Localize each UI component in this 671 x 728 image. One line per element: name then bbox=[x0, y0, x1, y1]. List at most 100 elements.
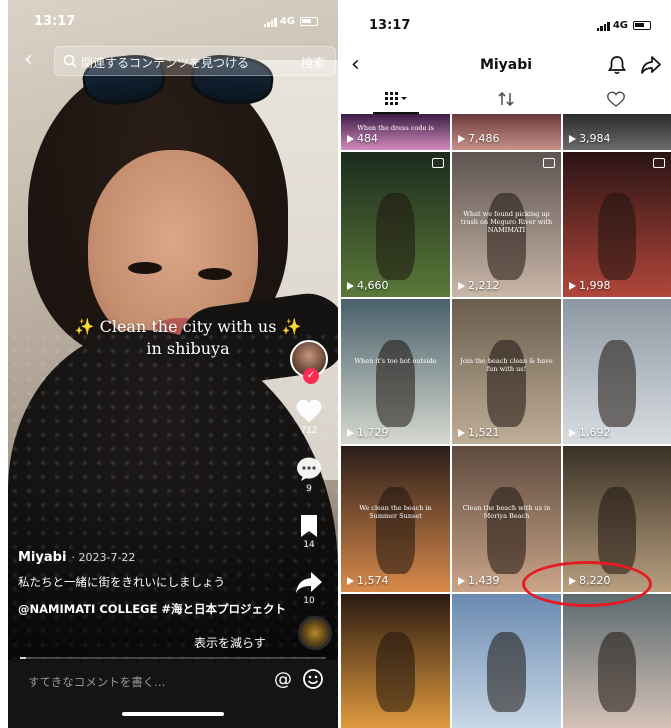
signal-icon bbox=[596, 21, 610, 31]
bell-icon[interactable] bbox=[607, 55, 627, 75]
thumbnail-caption: We clean the beach in Summer Sunset bbox=[359, 504, 432, 521]
thumbnail-figure bbox=[375, 486, 416, 575]
follow-check-icon[interactable]: ✓ bbox=[303, 368, 319, 384]
thumbnail-figure bbox=[486, 486, 527, 575]
video-thumbnail[interactable]: When the dress code is 484 bbox=[341, 114, 450, 150]
thumbnail-figure bbox=[375, 192, 416, 280]
share-arrow-icon bbox=[296, 572, 322, 593]
view-count-value: 1,998 bbox=[579, 279, 611, 292]
comment-input[interactable]: すてきなコメントを書く... bbox=[28, 674, 165, 690]
video-thumbnail[interactable] bbox=[341, 594, 450, 728]
play-icon bbox=[569, 134, 576, 143]
view-count-value: 1,729 bbox=[357, 426, 389, 439]
view-count: 1,729 bbox=[347, 426, 389, 439]
network-label: 4G bbox=[612, 20, 628, 31]
comment-icon bbox=[297, 457, 321, 481]
back-arrow-icon[interactable]: ‹ bbox=[24, 49, 44, 72]
share-icon[interactable] bbox=[641, 55, 661, 75]
play-icon bbox=[347, 134, 354, 143]
video-thumbnail[interactable]: 7,486 bbox=[452, 114, 561, 150]
video-thumbnail[interactable]: We clean the beach in Summer Sunset 1,574 bbox=[341, 446, 450, 592]
mention-icon[interactable]: @ bbox=[274, 669, 292, 690]
status-time: 13:17 bbox=[369, 18, 411, 33]
highlight-annotation-oval bbox=[522, 561, 652, 607]
play-icon bbox=[569, 281, 576, 290]
save-button[interactable]: 14 bbox=[286, 514, 332, 550]
thumbnail-caption: What we found picking up trash on Meguro… bbox=[460, 210, 553, 234]
thumbnail-figure bbox=[375, 631, 416, 712]
view-count: 2,212 bbox=[458, 279, 500, 292]
profile-header: ‹ Miyabi bbox=[341, 50, 671, 82]
photo-mode-icon bbox=[653, 158, 665, 168]
view-count-value: 484 bbox=[357, 132, 378, 145]
creator-avatar[interactable]: ✓ bbox=[290, 340, 328, 384]
tab-liked[interactable] bbox=[561, 86, 671, 114]
show-less-link[interactable]: 表示を減らす bbox=[194, 634, 266, 651]
video-thumbnail[interactable]: 4,660 bbox=[341, 152, 450, 297]
emoji-icon[interactable] bbox=[302, 668, 324, 690]
photo-mode-icon bbox=[543, 158, 555, 168]
view-count: 3,984 bbox=[569, 132, 611, 145]
search-input[interactable]: 関連するコンテンツを見つける 検索 bbox=[54, 46, 336, 76]
thumbnail-caption: When it's too hot outside bbox=[354, 357, 437, 365]
view-count: 484 bbox=[347, 132, 378, 145]
battery-icon bbox=[300, 17, 318, 26]
search-button[interactable]: 検索 bbox=[301, 54, 325, 71]
tab-reposts[interactable] bbox=[451, 86, 561, 114]
thumbnail-caption: When the dress code is bbox=[357, 124, 434, 132]
share-button[interactable]: 10 bbox=[286, 570, 332, 606]
view-count-value: 7,486 bbox=[468, 132, 500, 145]
like-button[interactable]: 712 bbox=[286, 398, 332, 436]
video-thumbnail[interactable]: When it's too hot outside 1,729 bbox=[341, 299, 450, 444]
author-username[interactable]: Miyabi bbox=[18, 550, 66, 565]
view-count: 1,998 bbox=[569, 279, 611, 292]
view-count: 1,521 bbox=[458, 426, 500, 439]
thumbnail-figure bbox=[486, 192, 527, 280]
view-count-value: 1,692 bbox=[579, 426, 611, 439]
action-rail: ✓ 712 9 14 10 bbox=[286, 340, 332, 606]
battery-icon bbox=[633, 21, 651, 30]
video-player-screen[interactable]: 13:17 4G ‹ 関連するコンテンツを見つける 検索 ✨ Clean the… bbox=[8, 0, 338, 728]
search-placeholder: 関連するコンテンツを見つける bbox=[81, 56, 250, 70]
video-progress-bar[interactable] bbox=[20, 657, 326, 659]
view-count-value: 2,212 bbox=[468, 279, 500, 292]
profile-screen: 13:17 4G ‹ Miyabi When the dress code is… bbox=[341, 0, 671, 728]
bookmark-icon bbox=[301, 515, 317, 537]
play-icon bbox=[347, 428, 354, 437]
status-bar: 13:17 4G bbox=[8, 14, 338, 34]
music-disc-icon[interactable] bbox=[298, 616, 332, 650]
video-thumbnail[interactable]: 1,692 bbox=[563, 299, 671, 444]
video-thumbnail[interactable] bbox=[452, 594, 561, 728]
comment-button[interactable]: 9 bbox=[286, 456, 332, 494]
view-count-value: 1,574 bbox=[357, 574, 389, 587]
video-thumbnail[interactable] bbox=[563, 594, 671, 728]
video-thumbnail[interactable]: What we found picking up trash on Meguro… bbox=[452, 152, 561, 297]
photo-mode-icon bbox=[432, 158, 444, 168]
tab-videos[interactable] bbox=[341, 86, 451, 114]
network-label: 4G bbox=[279, 16, 295, 27]
play-icon bbox=[347, 576, 354, 585]
caption-line-2: in shibuya bbox=[146, 339, 230, 358]
screenshot-root: 13:17 4G ‹ 関連するコンテンツを見つける 検索 ✨ Clean the… bbox=[0, 0, 671, 728]
video-hashtags[interactable]: @NAMIMATI COLLEGE #海と日本プロジェクト bbox=[18, 599, 288, 620]
view-count-value: 4,660 bbox=[357, 279, 389, 292]
share-count: 10 bbox=[303, 596, 315, 606]
search-icon bbox=[63, 54, 77, 68]
video-thumbnail[interactable]: Join the beach clean & have fun with us!… bbox=[452, 299, 561, 444]
like-count: 712 bbox=[300, 426, 318, 436]
video-thumbnail[interactable]: 3,984 bbox=[563, 114, 671, 150]
eye-graphic bbox=[128, 262, 162, 274]
thumbnail-figure bbox=[375, 339, 416, 427]
status-time: 13:17 bbox=[34, 14, 76, 29]
view-count-value: 1,439 bbox=[468, 574, 500, 587]
comment-count: 9 bbox=[306, 484, 312, 494]
view-count: 4,660 bbox=[347, 279, 389, 292]
view-count-value: 3,984 bbox=[579, 132, 611, 145]
video-thumbnail[interactable]: 1,998 bbox=[563, 152, 671, 297]
save-count: 14 bbox=[303, 540, 315, 550]
video-description: 私たちと一緒に街をきれいにしましょう bbox=[18, 575, 225, 589]
post-date: · 2023-7-22 bbox=[71, 551, 136, 564]
thumbnail-figure bbox=[597, 631, 637, 712]
repost-icon bbox=[498, 91, 514, 107]
view-count: 1,692 bbox=[569, 426, 611, 439]
